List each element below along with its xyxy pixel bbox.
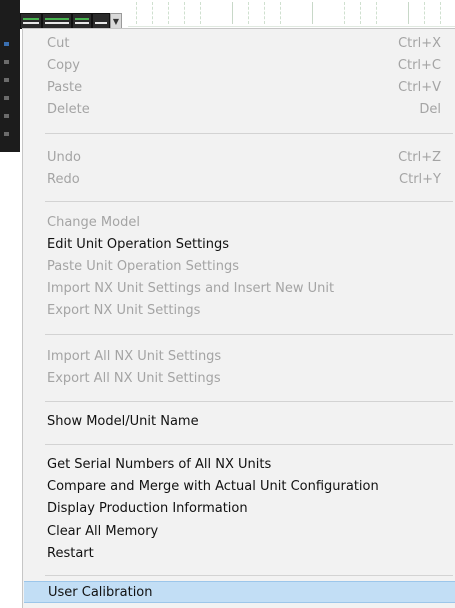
grid-ruler: [128, 0, 455, 28]
menu-item-paste[interactable]: Paste Ctrl+V: [23, 76, 455, 98]
menu-item-change-model[interactable]: Change Model: [23, 211, 455, 233]
unit-icon[interactable]: [20, 13, 42, 29]
menu-item-label: Paste Unit Operation Settings: [47, 258, 239, 274]
chevron-down-icon[interactable]: ▼: [110, 13, 122, 29]
menu-item-label: Show Model/Unit Name: [47, 413, 199, 429]
menu-item-undo[interactable]: Undo Ctrl+Z: [23, 146, 455, 168]
menu-item-label: Undo: [47, 149, 81, 165]
rack-indicator: [4, 96, 9, 100]
menu-item-export-nx-unit-settings[interactable]: Export NX Unit Settings: [23, 299, 455, 321]
menu-item-display-production-information[interactable]: Display Production Information: [23, 497, 455, 519]
menu-item-label: Export NX Unit Settings: [47, 302, 201, 318]
menu-item-delete[interactable]: Delete Del: [23, 98, 455, 120]
menu-separator: [45, 334, 453, 335]
menu-item-restart[interactable]: Restart: [23, 542, 455, 564]
rack-indicator: [4, 114, 9, 118]
rack-indicator: [4, 60, 9, 64]
rack-indicator: [4, 78, 9, 82]
context-menu: Cut Ctrl+X Copy Ctrl+C Paste Ctrl+V Dele…: [22, 28, 455, 608]
cpu-rack[interactable]: [0, 0, 20, 152]
menu-item-export-all-nx-unit-settings[interactable]: Export All NX Unit Settings: [23, 367, 455, 389]
menu-item-label: Compare and Merge with Actual Unit Confi…: [47, 478, 379, 494]
menu-separator: [45, 201, 453, 202]
rack-indicator: [4, 42, 9, 46]
menu-item-shortcut: Ctrl+Y: [399, 171, 441, 187]
menu-item-import-all-nx-unit-settings[interactable]: Import All NX Unit Settings: [23, 345, 455, 367]
rack-indicator: [4, 132, 9, 136]
menu-item-cut[interactable]: Cut Ctrl+X: [23, 32, 455, 54]
menu-item-label: Import All NX Unit Settings: [47, 348, 222, 364]
menu-item-edit-unit-operation-settings[interactable]: Edit Unit Operation Settings: [23, 233, 455, 255]
menu-item-copy[interactable]: Copy Ctrl+C: [23, 54, 455, 76]
menu-item-shortcut: Ctrl+C: [397, 57, 441, 73]
unit-icon[interactable]: [72, 13, 92, 29]
menu-item-label: Edit Unit Operation Settings: [47, 236, 230, 252]
menu-item-label: Get Serial Numbers of All NX Units: [47, 456, 272, 472]
unit-icon[interactable]: [42, 13, 72, 29]
menu-item-shortcut: Ctrl+X: [398, 35, 441, 51]
menu-item-label: Delete: [47, 101, 90, 117]
menu-separator: [45, 575, 453, 576]
menu-item-label: Cut: [47, 35, 70, 51]
menu-separator: [45, 401, 453, 402]
menu-item-shortcut: Ctrl+V: [398, 79, 441, 95]
menu-item-label: Redo: [47, 171, 80, 187]
menu-item-import-nx-unit-settings-insert[interactable]: Import NX Unit Settings and Insert New U…: [23, 277, 455, 299]
menu-item-label: Import NX Unit Settings and Insert New U…: [47, 280, 335, 296]
menu-separator: [45, 444, 453, 445]
menu-item-label: Change Model: [47, 214, 140, 230]
menu-item-label: Display Production Information: [47, 500, 248, 516]
menu-separator: [45, 133, 453, 134]
menu-item-user-calibration[interactable]: User Calibration: [24, 581, 455, 603]
menu-item-shortcut: Del: [419, 101, 441, 117]
menu-item-label: Export All NX Unit Settings: [47, 370, 221, 386]
menu-item-shortcut: Ctrl+Z: [398, 149, 441, 165]
menu-item-redo[interactable]: Redo Ctrl+Y: [23, 168, 455, 190]
menu-item-get-serial-numbers[interactable]: Get Serial Numbers of All NX Units: [23, 453, 455, 475]
menu-item-clear-all-memory[interactable]: Clear All Memory: [23, 520, 455, 542]
menu-item-label: Copy: [47, 57, 80, 73]
menu-item-label: User Calibration: [48, 584, 153, 600]
menu-item-label: Restart: [47, 545, 94, 561]
menu-item-show-model-unit-name[interactable]: Show Model/Unit Name: [23, 410, 455, 432]
menu-item-paste-unit-operation-settings[interactable]: Paste Unit Operation Settings: [23, 255, 455, 277]
menu-item-label: Clear All Memory: [47, 523, 159, 539]
menu-item-label: Paste: [47, 79, 83, 95]
menu-item-compare-and-merge[interactable]: Compare and Merge with Actual Unit Confi…: [23, 475, 455, 497]
unit-icon[interactable]: [92, 13, 110, 29]
